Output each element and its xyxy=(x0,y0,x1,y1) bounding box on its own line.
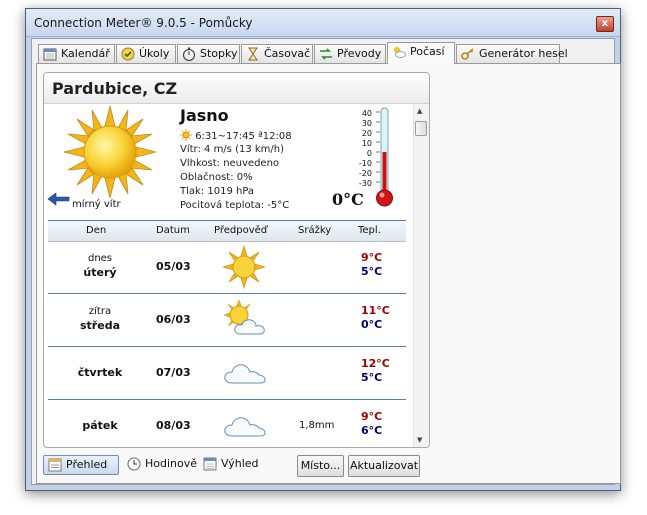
forecast-date: 08/03 xyxy=(156,419,191,432)
forecast-date: 06/03 xyxy=(156,313,191,326)
temp-low: 5°C xyxy=(361,265,383,278)
tab-kalendar[interactable]: Kalendář xyxy=(38,44,115,63)
temp-low: 5°C xyxy=(361,371,383,384)
tab-casovac[interactable]: Časovač xyxy=(241,44,313,63)
header-forecast: Předpověď xyxy=(214,225,268,236)
key-icon xyxy=(461,48,474,60)
day-relative: zítra xyxy=(88,306,112,317)
weather-scroll-content[interactable]: Jasno 6:31~17:45 ª12:08 Vítr: 4 m/s (13 … xyxy=(44,104,413,447)
tab-label: Kalendář xyxy=(61,47,110,60)
calendar-icon xyxy=(43,48,57,61)
feels-like-line: Pocitová teplota: -5°C xyxy=(180,200,290,211)
day-name: úterý xyxy=(83,266,117,279)
refresh-button[interactable]: Aktualizovat xyxy=(348,455,420,477)
forecast-date: 05/03 xyxy=(156,260,191,273)
tab-prevody[interactable]: Převody xyxy=(314,44,386,63)
stopwatch-icon xyxy=(183,47,195,61)
sunrise-icon xyxy=(180,129,192,141)
header-precipitation: Srážky xyxy=(298,225,332,236)
tab-stopky[interactable]: Stopky xyxy=(177,44,240,63)
tab-generator-hesel[interactable]: Generátor hesel xyxy=(456,44,568,63)
weather-tab-panel: Pardubice, CZ Jasno 6:31~17:45 ª12:08 Ví… xyxy=(36,63,621,484)
location-button[interactable]: Místo... xyxy=(297,455,344,477)
condition-text: Jasno xyxy=(180,106,229,125)
tab-label: Převody xyxy=(337,47,382,60)
forecast-header: Den Datum Předpověď Srážky Tepl. xyxy=(48,220,406,242)
day-name: středa xyxy=(80,319,120,332)
city-header: Pardubice, CZ xyxy=(44,73,429,104)
day-name: pátek xyxy=(82,419,118,432)
wind-direction-icon xyxy=(47,192,70,206)
day-name: čtvrtek xyxy=(77,366,123,379)
close-button[interactable]: x xyxy=(596,16,614,32)
wind-description: mírný vítr xyxy=(72,199,121,210)
sun-cloud-icon xyxy=(223,299,265,335)
view-overview-button[interactable]: Přehled xyxy=(43,455,119,475)
wind-line: Vítr: 4 m/s (13 km/h) xyxy=(180,144,285,155)
bottom-toolbar: Přehled Hodinově Výhled Místo... Aktuali… xyxy=(43,453,428,479)
cloudiness-line: Oblačnost: 0% xyxy=(180,172,253,183)
client-area: Kalendář Úkoly Stopky Časovač Převody Po… xyxy=(31,38,621,485)
tab-ukoly[interactable]: Úkoly xyxy=(116,44,176,63)
tab-pocasi[interactable]: Počasí xyxy=(387,42,455,64)
overview-icon xyxy=(48,458,62,472)
window-title: Connection Meter® 9.0.5 - Pomůcky xyxy=(34,16,253,30)
sun-times-text: 6:31~17:45 ª12:08 xyxy=(195,131,292,142)
header-temp: Tepl. xyxy=(358,225,381,236)
day-relative: dnes xyxy=(87,253,113,264)
tab-strip: Kalendář Úkoly Stopky Časovač Převody Po… xyxy=(36,42,610,64)
temp-low: 6°C xyxy=(361,424,383,437)
tab-label: Stopky xyxy=(200,47,238,60)
temp-high: 9°C xyxy=(361,410,383,423)
weather-icon xyxy=(394,47,406,58)
forecast-row: zítra středa 06/03 11°C 0°C xyxy=(48,294,406,347)
app-window: Connection Meter® 9.0.5 - Pomůcky x Kale… xyxy=(25,8,621,491)
forecast-date: 07/03 xyxy=(156,366,191,379)
humidity-line: Vlhkost: neuvedeno xyxy=(180,158,280,169)
thermometer-icon xyxy=(376,107,393,207)
tab-label: Úkoly xyxy=(139,47,170,60)
tab-label: Generátor hesel xyxy=(479,47,568,60)
temp-high: 11°C xyxy=(361,304,390,317)
current-temperature: 0°C xyxy=(332,190,364,209)
scroll-thumb[interactable] xyxy=(415,121,427,136)
sun-icon xyxy=(222,245,266,289)
forecast-row: dnes úterý 05/03 9°C 5°C xyxy=(48,241,406,294)
temp-high: 12°C xyxy=(361,357,390,370)
weather-frame: Pardubice, CZ Jasno 6:31~17:45 ª12:08 Ví… xyxy=(43,72,430,448)
pressure-line: Tlak: 1019 hPa xyxy=(180,186,255,197)
hourglass-icon xyxy=(248,47,258,61)
tab-label: Počasí xyxy=(410,45,445,58)
precipitation-value: 1,8mm xyxy=(299,420,335,431)
scroll-up-icon[interactable]: ▲ xyxy=(417,107,422,115)
city-name: Pardubice, CZ xyxy=(52,79,178,98)
title-bar[interactable]: Connection Meter® 9.0.5 - Pomůcky x xyxy=(26,9,620,37)
sun-times: 6:31~17:45 ª12:08 xyxy=(180,129,292,142)
sun-icon xyxy=(63,105,157,199)
temp-low: 0°C xyxy=(361,318,383,331)
forecast-row: čtvrtek 07/03 12°C 5°C xyxy=(48,347,406,400)
header-date: Datum xyxy=(156,225,190,236)
vertical-scrollbar[interactable]: ▲ ▼ xyxy=(413,104,429,447)
tasks-icon xyxy=(121,47,135,61)
converter-icon xyxy=(320,48,332,60)
cloud-icon xyxy=(224,417,266,437)
thermometer-scale: 40 30 20 10 0 -10 -20 -30 xyxy=(358,109,372,188)
tab-label: Časovač xyxy=(264,47,311,60)
calendar-icon xyxy=(203,457,217,471)
view-outlook-button[interactable]: Výhled xyxy=(199,455,263,475)
header-day: Den xyxy=(86,225,107,236)
clock-icon xyxy=(127,457,141,471)
view-hourly-button[interactable]: Hodinově xyxy=(123,455,197,475)
scroll-down-icon[interactable]: ▼ xyxy=(417,436,422,444)
cloud-icon xyxy=(224,364,266,384)
temp-high: 9°C xyxy=(361,251,383,264)
forecast-row: pátek 08/03 1,8mm 9°C 6°C xyxy=(48,400,406,447)
